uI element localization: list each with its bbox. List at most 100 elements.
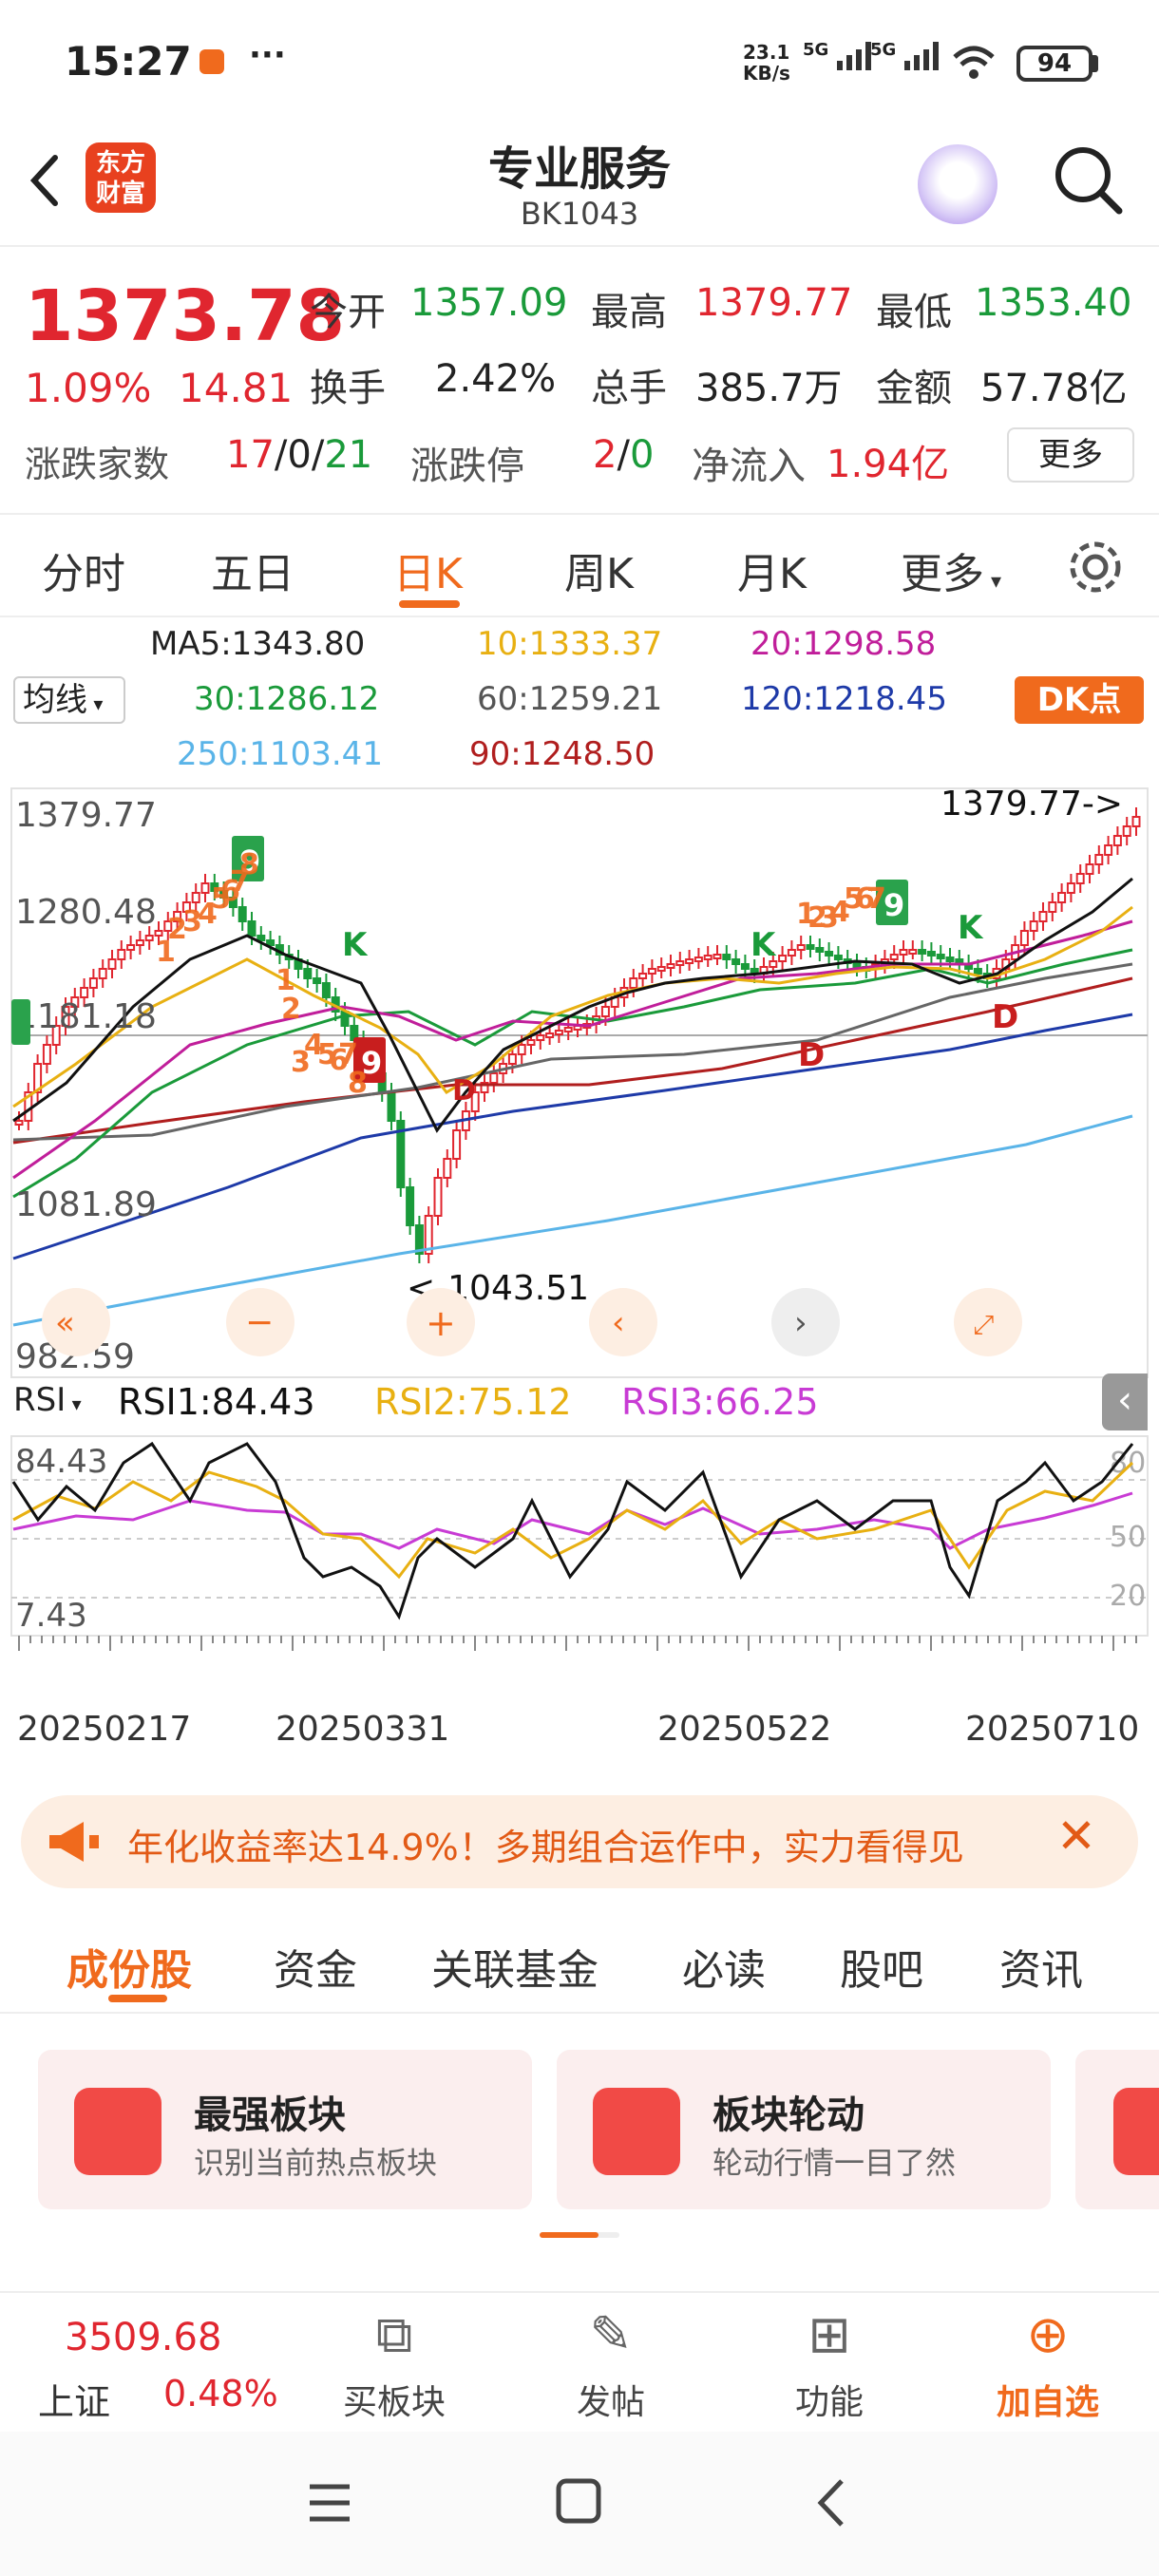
home-icon[interactable] bbox=[555, 2477, 602, 2525]
card-partial[interactable] bbox=[1075, 2050, 1159, 2209]
candle bbox=[303, 968, 313, 979]
date-label-2: 20250331 bbox=[276, 1710, 450, 1749]
tab-constituents[interactable]: 成份股 bbox=[66, 1936, 192, 1997]
more-button[interactable]: 更多 bbox=[1007, 427, 1134, 483]
candle bbox=[554, 1030, 563, 1035]
post-icon[interactable]: ✎ bbox=[530, 2304, 692, 2364]
functions-icon[interactable]: ⊞ bbox=[749, 2304, 910, 2364]
svg-text:2: 2 bbox=[281, 993, 301, 1026]
index-name[interactable]: 上证 bbox=[38, 2373, 110, 2425]
current-price: 1373.78 bbox=[25, 275, 346, 357]
candle bbox=[629, 977, 638, 989]
candle bbox=[321, 982, 331, 998]
candle bbox=[1048, 901, 1057, 913]
ma20-line bbox=[12, 919, 1133, 1180]
tab-underline bbox=[399, 600, 460, 608]
change-value: 14.81 bbox=[179, 365, 294, 411]
tab-weekly-k[interactable]: 周K bbox=[564, 540, 634, 600]
buy-sector-button[interactable]: 买板块 bbox=[314, 2375, 475, 2424]
robot-assistant-icon[interactable] bbox=[918, 144, 998, 224]
date-label-3: 20250522 bbox=[657, 1710, 832, 1749]
candle bbox=[600, 1006, 610, 1017]
candle bbox=[712, 954, 722, 959]
tab-more[interactable]: 更多 ▾ bbox=[901, 540, 1001, 600]
post-button[interactable]: 发帖 bbox=[530, 2375, 692, 2424]
tab-intraday[interactable]: 分时 bbox=[42, 540, 125, 600]
promo-banner[interactable]: 年化收益率达14.9%！多期组合运作中，实力看得见 ✕ bbox=[21, 1795, 1138, 1888]
date-label-1: 20250217 bbox=[17, 1710, 192, 1749]
tab-funds[interactable]: 资金 bbox=[274, 1936, 357, 1997]
card-sector-rotation[interactable]: 板块轮动 轮动行情一目了然 bbox=[557, 2050, 1051, 2209]
tab-forum[interactable]: 股吧 bbox=[840, 1936, 923, 1997]
candle bbox=[42, 1044, 51, 1065]
candle bbox=[899, 949, 908, 956]
index-change[interactable]: 0.48% bbox=[163, 2373, 278, 2415]
signal-k-3: K bbox=[958, 909, 984, 947]
nav-back-icon[interactable] bbox=[813, 2477, 851, 2529]
rsi3-label: RSI3:66.25 bbox=[621, 1381, 819, 1423]
candle bbox=[787, 949, 796, 957]
inflow-label: 净流入 bbox=[692, 445, 806, 488]
candle bbox=[675, 960, 685, 966]
header: 东方财富 专业服务 BK1043 bbox=[0, 123, 1159, 247]
candle bbox=[638, 973, 648, 979]
y-label-4: 1081.89 bbox=[15, 1185, 157, 1224]
menu-icon[interactable] bbox=[306, 2481, 353, 2525]
partial-card-icon bbox=[1113, 2088, 1159, 2175]
tab-news[interactable]: 资讯 bbox=[999, 1936, 1083, 1997]
turnover-label: 换手 bbox=[310, 367, 386, 410]
settings-gear-icon[interactable] bbox=[1066, 538, 1125, 597]
candle bbox=[703, 955, 712, 960]
search-icon[interactable] bbox=[1051, 142, 1127, 218]
candle bbox=[247, 920, 256, 937]
tab-related-funds[interactable]: 关联基金 bbox=[431, 1936, 598, 1997]
candle bbox=[266, 939, 276, 946]
candle bbox=[88, 977, 98, 989]
rsi-top-label: 84.43 bbox=[15, 1443, 107, 1481]
dk-point-button[interactable]: DK点 bbox=[1015, 676, 1144, 724]
turnover-value: 2.42% bbox=[435, 357, 557, 401]
collapse-panel-icon[interactable]: ‹ bbox=[1102, 1373, 1148, 1430]
buy-sector-icon[interactable]: ⧉ bbox=[314, 2304, 475, 2365]
candle bbox=[973, 968, 982, 975]
candle bbox=[563, 1027, 573, 1032]
tab-daily-k[interactable]: 日K bbox=[393, 540, 463, 600]
ma90-line bbox=[12, 976, 1133, 1145]
rsi2-label: RSI2:75.12 bbox=[374, 1381, 572, 1423]
candle bbox=[144, 935, 154, 941]
candle bbox=[1019, 930, 1029, 946]
signal-d-2: D bbox=[992, 998, 1018, 1036]
breadth-label: 涨跌家数 bbox=[25, 444, 170, 485]
candle bbox=[1075, 873, 1085, 884]
kline-chart[interactable]: 1379.77 1280.48 1181.18 1081.89 982.59 1… bbox=[0, 779, 1159, 1786]
candle bbox=[918, 949, 927, 955]
functions-button[interactable]: 功能 bbox=[749, 2375, 910, 2424]
card-strongest-sector[interactable]: 最强板块 识别当前热点板块 bbox=[38, 2050, 532, 2209]
divider bbox=[0, 2012, 1159, 2014]
add-watchlist-icon[interactable]: ⊕ bbox=[967, 2304, 1129, 2364]
tab-must-read[interactable]: 必读 bbox=[682, 1936, 766, 1997]
ma5-label: MA5:1343.80 bbox=[150, 625, 366, 663]
signal-icon: 5G bbox=[803, 40, 879, 72]
rsi-select[interactable]: RSI ▾ bbox=[13, 1381, 82, 1419]
svg-text:−: − bbox=[245, 1303, 274, 1342]
sector-rotation-icon bbox=[593, 2088, 680, 2175]
candle bbox=[806, 944, 815, 950]
tab-monthly-k[interactable]: 月K bbox=[737, 540, 807, 600]
candle bbox=[656, 966, 666, 972]
ma250-label: 250:1103.41 bbox=[177, 735, 383, 773]
period-tabs: 分时 五日 日K 周K 月K 更多 ▾ bbox=[0, 513, 1159, 617]
candle bbox=[98, 968, 107, 979]
signal-d-3: D bbox=[452, 1074, 476, 1108]
candle bbox=[433, 1177, 443, 1217]
svg-text:+: + bbox=[426, 1302, 456, 1344]
tab-five-day[interactable]: 五日 bbox=[211, 540, 294, 600]
megaphone-icon bbox=[49, 1822, 99, 1862]
candle bbox=[536, 1034, 545, 1041]
battery-icon: 94 bbox=[1016, 46, 1092, 82]
add-watchlist-button[interactable]: 加自选 bbox=[967, 2375, 1129, 2424]
ma-select[interactable]: 均线 ▾ bbox=[13, 676, 125, 724]
index-value[interactable]: 3509.68 bbox=[65, 2316, 221, 2359]
close-icon[interactable]: ✕ bbox=[1056, 1809, 1096, 1864]
candle bbox=[1112, 835, 1122, 846]
